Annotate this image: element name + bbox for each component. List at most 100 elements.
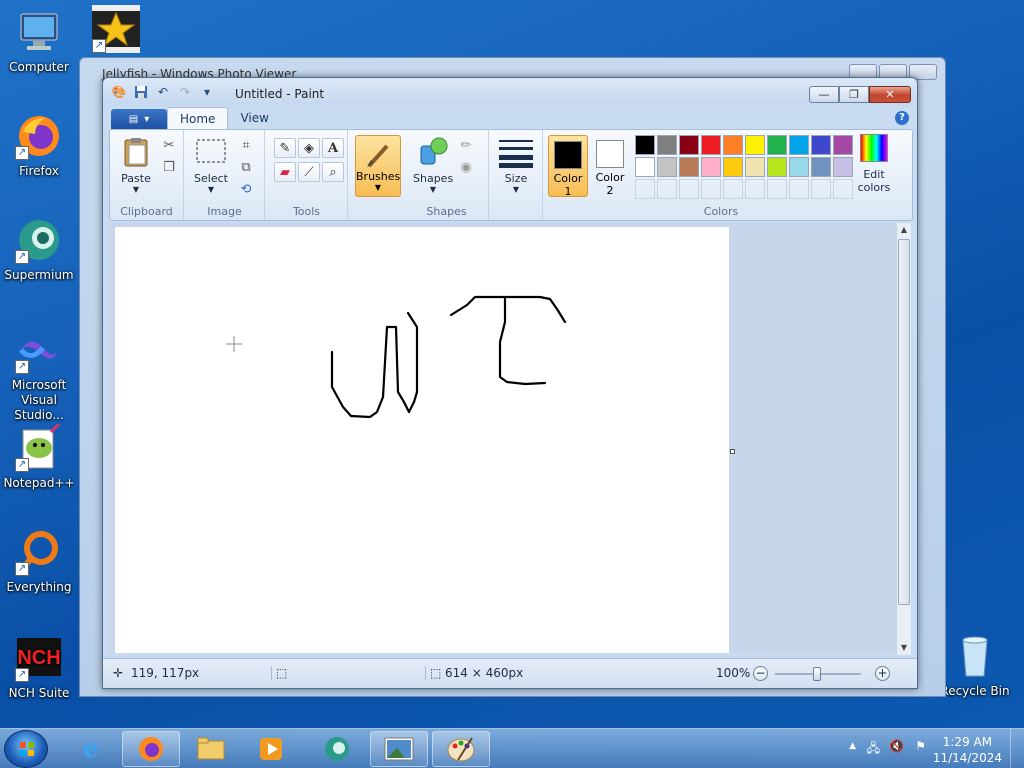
palette-swatch[interactable]	[635, 179, 655, 199]
taskbar-explorer[interactable]	[182, 731, 240, 767]
palette-swatch[interactable]	[723, 179, 743, 199]
copy-icon[interactable]: ❐	[160, 158, 178, 176]
palette-swatch[interactable]	[723, 157, 743, 177]
action-center-flag-icon[interactable]: ⚑	[915, 739, 926, 753]
palette-swatch[interactable]	[745, 135, 765, 155]
minimize-button[interactable]: —	[809, 86, 839, 103]
palette-swatch[interactable]	[745, 179, 765, 199]
taskbar-media-player[interactable]	[242, 731, 300, 767]
palette-swatch[interactable]	[789, 135, 809, 155]
vertical-scrollbar[interactable]: ▲ ▼	[896, 223, 911, 655]
desktop-icon-everything[interactable]: ↗ Everything	[1, 528, 77, 595]
magnifier-icon[interactable]: ⌕	[322, 162, 344, 182]
desktop-icon-computer[interactable]: Computer	[1, 8, 77, 75]
palette-swatch[interactable]	[833, 179, 853, 199]
tab-view[interactable]: View	[228, 107, 280, 129]
zoom-in-button[interactable]: +	[875, 666, 890, 681]
select-button[interactable]: Select ▼	[191, 136, 231, 194]
taskbar-paint[interactable]	[432, 731, 490, 767]
fill-icon[interactable]: ◉	[457, 158, 475, 176]
palette-swatch[interactable]	[767, 179, 787, 199]
rotate-icon[interactable]: ⟲	[237, 180, 255, 198]
paint-menu-button[interactable]: ▤ ▾	[111, 109, 167, 129]
taskbar-photo-viewer[interactable]	[370, 731, 428, 767]
close-button[interactable]: ✕	[869, 86, 911, 103]
desktop-icon-firefox[interactable]: ↗ Firefox	[1, 112, 77, 179]
show-desktop-button[interactable]	[1010, 729, 1024, 768]
drawing-canvas[interactable]	[115, 227, 729, 653]
edit-colors-button[interactable]: Edit colors	[854, 134, 894, 194]
start-button[interactable]	[4, 730, 48, 768]
palette-swatch[interactable]	[701, 135, 721, 155]
size-button[interactable]: Size ▼	[494, 134, 538, 194]
palette-swatch[interactable]	[635, 135, 655, 155]
clock[interactable]: 1:29 AM 11/14/2024	[933, 734, 1002, 766]
network-icon[interactable]: 🖧	[867, 739, 880, 760]
palette-swatch[interactable]	[767, 135, 787, 155]
fill-bucket-icon[interactable]: ◈	[298, 138, 320, 158]
palette-swatch[interactable]	[657, 157, 677, 177]
crop-icon[interactable]: ⌗	[237, 136, 255, 154]
undo-icon[interactable]: ↶	[155, 84, 171, 100]
palette-swatch[interactable]	[657, 135, 677, 155]
maximize-button[interactable]: ❐	[839, 86, 869, 103]
palette-swatch[interactable]	[701, 157, 721, 177]
palette-swatch[interactable]	[745, 157, 765, 177]
desktop-icon-supermium[interactable]: ↗ Supermium	[1, 216, 77, 283]
palette-swatch[interactable]	[811, 135, 831, 155]
outline-icon[interactable]: ✏	[457, 136, 475, 154]
palette-swatch[interactable]	[657, 179, 677, 199]
palette-swatch[interactable]	[701, 179, 721, 199]
palette-swatch[interactable]	[679, 179, 699, 199]
palette-swatch[interactable]	[789, 157, 809, 177]
text-tool-icon[interactable]: A	[322, 138, 344, 158]
paste-button[interactable]: Paste ▼	[116, 136, 156, 194]
desktop-icon-launcher[interactable]: ↗	[80, 5, 152, 57]
color1-button[interactable]: Color 1	[548, 135, 588, 198]
zoom-slider-knob[interactable]	[813, 667, 821, 681]
desktop-icon-recycle-bin[interactable]: Recycle Bin	[937, 632, 1013, 699]
taskbar-internet-explorer[interactable]: e	[62, 731, 120, 767]
scrollbar-thumb[interactable]	[898, 239, 910, 605]
taskbar-firefox[interactable]	[122, 731, 180, 767]
palette-swatch[interactable]	[723, 135, 743, 155]
desktop-icon-visual-studio[interactable]: ↗ Microsoft Visual Studio...	[1, 326, 77, 423]
palette-swatch[interactable]	[635, 157, 655, 177]
palette-swatch[interactable]	[679, 157, 699, 177]
cut-icon[interactable]: ✂	[160, 136, 178, 154]
volume-muted-icon[interactable]: 🔇	[889, 739, 904, 753]
title-bar[interactable]: 🎨 ↶ ↷ ▾ Untitled - Paint — ❐ ✕	[103, 78, 917, 106]
redo-icon[interactable]: ↷	[177, 84, 193, 100]
canvas-resize-handle[interactable]	[730, 449, 735, 454]
zoom-slider[interactable]	[775, 667, 861, 681]
palette-swatch[interactable]	[811, 179, 831, 199]
resize-icon[interactable]: ⧉	[237, 158, 255, 176]
palette-swatch[interactable]	[811, 157, 831, 177]
scroll-down-icon[interactable]: ▼	[897, 641, 911, 655]
taskbar-supermium[interactable]	[308, 731, 366, 767]
palette-swatch[interactable]	[767, 157, 787, 177]
pencil-icon[interactable]: ✎	[274, 138, 296, 158]
eraser-icon[interactable]: ▰	[274, 162, 296, 182]
zoom-out-button[interactable]: −	[753, 666, 768, 681]
palette-swatch[interactable]	[679, 135, 699, 155]
color1-swatch	[554, 141, 582, 169]
brushes-button[interactable]: Brushes ▼	[355, 135, 401, 197]
firefox-icon	[139, 737, 163, 761]
customize-qat-icon[interactable]: ▾	[199, 84, 215, 100]
palette-swatch[interactable]	[833, 157, 853, 177]
chevron-down-icon: ▼	[374, 183, 382, 192]
color-picker-icon[interactable]: ⟋	[298, 162, 320, 182]
tab-home[interactable]: Home	[167, 107, 229, 129]
desktop-icon-nch-suite[interactable]: NCH ↗ NCH Suite	[1, 634, 77, 701]
help-icon[interactable]: ?	[895, 111, 909, 125]
paint-app-icon[interactable]: 🎨	[111, 84, 127, 100]
scroll-up-icon[interactable]: ▲	[897, 223, 911, 237]
palette-swatch[interactable]	[833, 135, 853, 155]
color2-button[interactable]: Color 2	[590, 135, 630, 197]
desktop-icon-notepadpp[interactable]: ↗ Notepad++	[1, 422, 77, 491]
save-icon[interactable]	[133, 84, 149, 100]
show-hidden-icons-icon[interactable]: ▲	[849, 741, 856, 751]
palette-swatch[interactable]	[789, 179, 809, 199]
shapes-button[interactable]: Shapes ▼	[413, 136, 453, 194]
